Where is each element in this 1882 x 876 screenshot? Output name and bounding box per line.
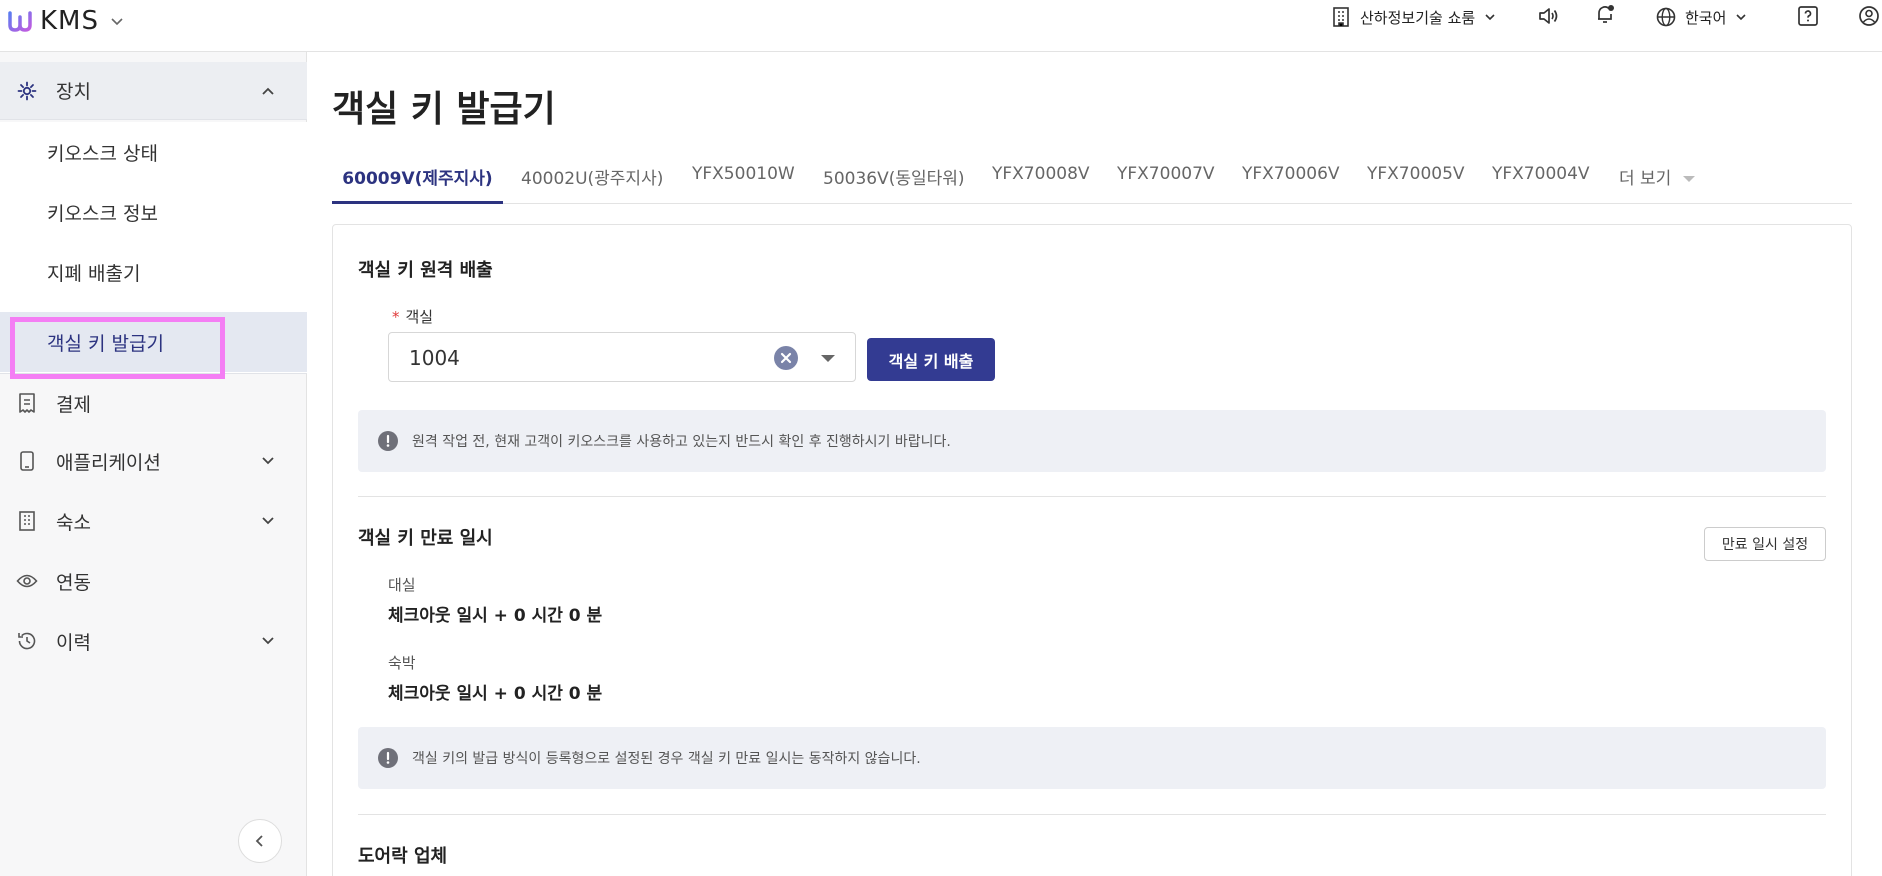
sidebar-group-label: 장치 <box>56 81 91 103</box>
globe-icon <box>1656 7 1676 27</box>
room-select[interactable]: 1004 <box>388 332 856 382</box>
tab-label: 40002U(광주지사) <box>521 169 664 189</box>
set-expiry-button[interactable]: 만료 일시 설정 <box>1704 527 1826 561</box>
stay-value: 체크아웃 일시 + 0 시간 0 분 <box>388 684 603 704</box>
page-title: 객실 키 발급기 <box>332 89 556 130</box>
tab-yfx70008v[interactable]: YFX70008V <box>992 156 1090 204</box>
chevron-down-icon <box>1736 14 1746 21</box>
tab-label: YFX70004V <box>1492 164 1590 184</box>
section-title-expiry: 객실 키 만료 일시 <box>358 528 493 549</box>
sidebar-group-devices[interactable]: 장치 <box>0 62 307 120</box>
receipt-icon <box>19 393 35 413</box>
dropdown-arrow-icon[interactable] <box>821 355 835 362</box>
tab-label: 더 보기 <box>1619 169 1672 189</box>
chevron-down-icon <box>111 18 123 26</box>
speaker-icon[interactable] <box>1537 5 1559 27</box>
sidebar-group-label: 결제 <box>56 393 91 416</box>
info-alert-icon <box>378 431 398 451</box>
tab-60009v[interactable]: 60009V(제주지사) <box>332 156 503 204</box>
chevron-up-icon <box>262 87 274 95</box>
sidebar-group-integration[interactable]: 연동 <box>0 552 307 610</box>
tab-more[interactable]: 더 보기 <box>1619 156 1696 204</box>
room-label-text: 객실 <box>405 308 434 326</box>
tab-label: YFX50010W <box>692 164 795 184</box>
tab-yfx70004v[interactable]: YFX70004V <box>1492 156 1590 204</box>
sidebar-item-label: 지폐 배출기 <box>47 262 141 285</box>
building-icon <box>1333 7 1349 27</box>
sidebar-group-accommodation[interactable]: 숙소 <box>0 492 307 550</box>
language-selector[interactable]: 한국어 <box>1655 4 1748 30</box>
tab-label: YFX70007V <box>1117 164 1215 184</box>
bell-icon[interactable] <box>1594 3 1616 25</box>
tab-label: 60009V(제주지사) <box>342 169 493 189</box>
rental-label: 대실 <box>388 576 416 594</box>
required-mark: * <box>392 308 400 326</box>
rental-value: 체크아웃 일시 + 0 시간 0 분 <box>388 606 603 626</box>
property-selector[interactable]: 산하정보기술 쇼룸 <box>1330 4 1497 30</box>
tab-label: 50036V(동일타워) <box>823 169 965 189</box>
help-icon[interactable] <box>1797 5 1819 27</box>
sidebar-item-label: 객실 키 발급기 <box>47 332 164 355</box>
sidebar: 장치 키오스크 상태 키오스크 정보 지폐 배출기 객실 키 발급기 결제 애플… <box>0 52 307 876</box>
top-bar: KMS 산하정보기술 쇼룸 한국어 <box>0 0 1882 52</box>
history-icon <box>18 632 36 650</box>
sidebar-group-history[interactable]: 이력 <box>0 612 307 670</box>
tab-yfx70007v[interactable]: YFX70007V <box>1117 156 1215 204</box>
caret-down-icon <box>1683 176 1696 182</box>
sidebar-collapse-button[interactable] <box>238 819 282 863</box>
divider <box>358 814 1826 815</box>
tab-label: YFX70008V <box>992 164 1090 184</box>
tab-yfx70005v[interactable]: YFX70005V <box>1367 156 1465 204</box>
tab-40002u[interactable]: 40002U(광주지사) <box>521 156 663 204</box>
expiry-notice: 객실 키의 발급 방식이 등록형으로 설정된 경우 객실 키 만료 일시는 동작… <box>358 727 1826 789</box>
language-label: 한국어 <box>1685 8 1727 27</box>
sidebar-item-label: 키오스크 상태 <box>47 142 158 165</box>
expiry-notice-text: 객실 키의 발급 방식이 등록형으로 설정된 경우 객실 키 만료 일시는 동작… <box>412 751 921 767</box>
room-field-label: * 객실 <box>392 306 433 327</box>
dispense-room-key-button[interactable]: 객실 키 배출 <box>867 338 995 381</box>
eye-icon <box>16 574 38 588</box>
property-name: 산하정보기술 쇼룸 <box>1360 8 1476 27</box>
chevron-down-icon <box>262 637 274 645</box>
sidebar-submenu: 키오스크 상태 키오스크 정보 지폐 배출기 객실 키 발급기 <box>0 122 307 374</box>
sidebar-group-label: 이력 <box>56 631 91 654</box>
app-switcher[interactable]: KMS <box>8 6 125 36</box>
sidebar-item-label: 키오스크 정보 <box>47 202 158 225</box>
chevron-down-icon <box>262 457 274 465</box>
remote-notice-text: 원격 작업 전, 현재 고객이 키오스크를 사용하고 있는지 반드시 확인 후 … <box>412 434 951 450</box>
remote-notice: 원격 작업 전, 현재 고객이 키오스크를 사용하고 있는지 반드시 확인 후 … <box>358 410 1826 472</box>
sidebar-item-room-key-issuer[interactable]: 객실 키 발급기 <box>0 312 307 372</box>
section-title-remote-dispense: 객실 키 원격 배출 <box>358 260 493 281</box>
sidebar-item-kiosk-info[interactable]: 키오스크 정보 <box>0 182 307 242</box>
gear-icon <box>17 81 37 100</box>
sidebar-item-bill-dispenser[interactable]: 지폐 배출기 <box>0 242 307 302</box>
app-name: KMS <box>40 6 99 36</box>
divider <box>358 496 1826 497</box>
sidebar-item-kiosk-status[interactable]: 키오스크 상태 <box>0 122 307 182</box>
user-icon[interactable] <box>1858 5 1880 27</box>
sidebar-group-label: 숙소 <box>56 511 91 534</box>
logo-icon <box>8 11 32 32</box>
tab-50036v[interactable]: 50036V(동일타워) <box>823 156 965 204</box>
building-icon <box>19 511 35 531</box>
chevron-down-icon <box>262 517 274 525</box>
sidebar-group-label: 연동 <box>56 571 91 594</box>
tab-yfx70006v[interactable]: YFX70006V <box>1242 156 1340 204</box>
tab-yfx50010w[interactable]: YFX50010W <box>692 156 795 204</box>
tab-label: YFX70005V <box>1367 164 1465 184</box>
room-select-value: 1004 <box>409 346 460 370</box>
chevron-down-icon <box>1485 14 1495 21</box>
stay-label: 숙박 <box>388 654 416 672</box>
chevron-left-icon <box>255 835 263 847</box>
sidebar-group-applications[interactable]: 애플리케이션 <box>0 432 307 490</box>
sidebar-group-label: 애플리케이션 <box>56 451 161 474</box>
tab-label: YFX70006V <box>1242 164 1340 184</box>
clear-icon[interactable] <box>774 346 798 370</box>
kiosk-tabs: 60009V(제주지사) 40002U(광주지사) YFX50010W 5003… <box>332 156 1852 204</box>
info-alert-icon <box>378 748 398 768</box>
tablet-icon <box>20 451 34 471</box>
sidebar-group-payment[interactable]: 결제 <box>0 374 307 432</box>
section-title-doorlock: 도어락 업체 <box>358 846 448 867</box>
